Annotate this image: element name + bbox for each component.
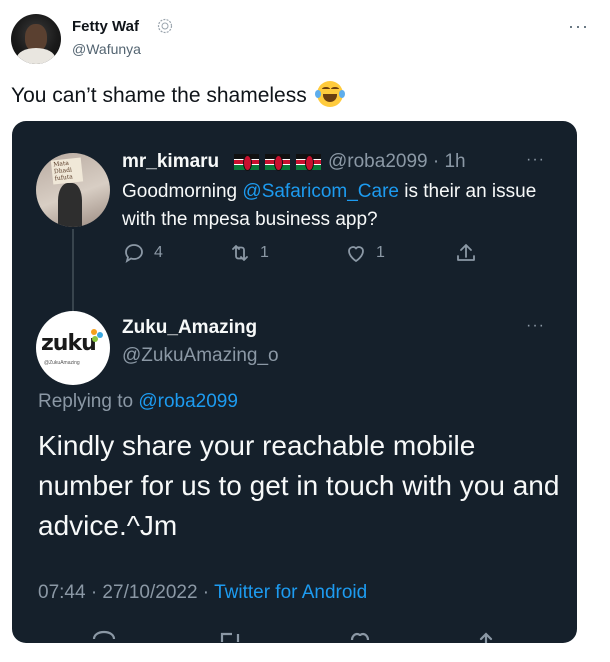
replying-to: Replying to @roba2099 <box>38 391 238 413</box>
quoted-avatar[interactable]: Mata Dhadi fufuta <box>36 153 110 227</box>
logo-dot <box>92 336 98 342</box>
avatar-sign-text: Mata Dhadi fufuta <box>50 157 84 185</box>
flags <box>234 154 321 171</box>
quoted-author-name[interactable]: mr_kimaru <box>122 151 219 173</box>
reply-count: 4 <box>154 244 163 261</box>
like-button[interactable]: 1 <box>344 241 385 265</box>
embedded-screenshot[interactable]: Mata Dhadi fufuta mr_kimaru @roba2099 · … <box>12 121 577 643</box>
reply-text: Kindly share your reachable mobile numbe… <box>38 430 560 541</box>
source-link[interactable]: Twitter for Android <box>214 582 367 603</box>
tweet-metadata: 07:44 · 27/10/2022 · Twitter for Android <box>38 582 367 604</box>
heart-icon <box>348 246 364 263</box>
face-with-tears-of-joy-icon <box>314 81 345 107</box>
more-options-icon[interactable]: ··· <box>568 16 589 37</box>
emoji-eye <box>321 87 330 91</box>
tweet-text: You can’t shame the shameless <box>11 81 345 108</box>
replying-prefix: Replying to <box>38 391 139 412</box>
thread-line <box>72 229 74 311</box>
tweet-header: Fetty Waf @Wafunya ··· <box>11 14 599 66</box>
author-name[interactable]: Fetty Waf <box>72 18 139 35</box>
mention-link[interactable]: @Safaricom_Care <box>242 181 399 202</box>
emoji-tear <box>338 90 345 98</box>
avatar-body <box>17 48 55 64</box>
avatar-tag: @ZukuAmazing <box>44 360 80 366</box>
badge-icon <box>157 18 173 34</box>
more-options-icon[interactable]: ··· <box>526 317 545 335</box>
reply-avatar[interactable]: zuku @ZukuAmazing <box>36 311 110 385</box>
reply-icon <box>125 244 143 263</box>
more-options-icon[interactable]: ··· <box>526 151 545 169</box>
share-icon <box>457 244 475 261</box>
avatar-logo: zuku <box>41 331 97 356</box>
logo-dots <box>91 329 103 343</box>
tweet-body: You can’t shame the shameless <box>11 84 307 107</box>
reply-author-handle[interactable]: @ZukuAmazing_o <box>122 345 279 367</box>
retweet-button[interactable]: 1 <box>228 241 269 265</box>
retweet-count: 1 <box>260 244 269 261</box>
quoted-action-bar: 4 1 1 <box>122 241 542 269</box>
replying-to-link[interactable]: @roba2099 <box>138 391 238 412</box>
emoji-mouth <box>322 94 337 102</box>
avatar-person <box>58 183 82 227</box>
reply-icon[interactable] <box>88 626 120 643</box>
quoted-text-start: Goodmorning <box>122 181 243 202</box>
logo-dot <box>97 332 103 338</box>
quoted-text: Goodmorning @Safaricom_Care is their an … <box>122 178 542 234</box>
avatar[interactable] <box>11 14 61 64</box>
emoji-eye <box>330 87 339 91</box>
like-count: 1 <box>376 244 385 261</box>
share-icon[interactable] <box>470 626 502 643</box>
reply-button[interactable]: 4 <box>122 241 163 265</box>
kenya-flag-icon <box>234 154 259 171</box>
quoted-handle-time[interactable]: @roba2099 · 1h <box>328 151 466 173</box>
reply-action-bar <box>12 626 577 643</box>
reply-author-name[interactable]: Zuku_Amazing <box>122 317 257 339</box>
author-handle[interactable]: @Wafunya <box>72 41 141 57</box>
kenya-flag-icon <box>265 154 290 171</box>
kenya-flag-icon <box>296 154 321 171</box>
retweet-icon[interactable] <box>214 626 246 643</box>
retweet-icon <box>232 245 248 261</box>
timestamp[interactable]: 07:44 · 27/10/2022 · <box>38 582 214 603</box>
emoji-tear <box>314 90 321 98</box>
share-button[interactable] <box>454 241 478 265</box>
heart-icon[interactable] <box>344 626 376 643</box>
